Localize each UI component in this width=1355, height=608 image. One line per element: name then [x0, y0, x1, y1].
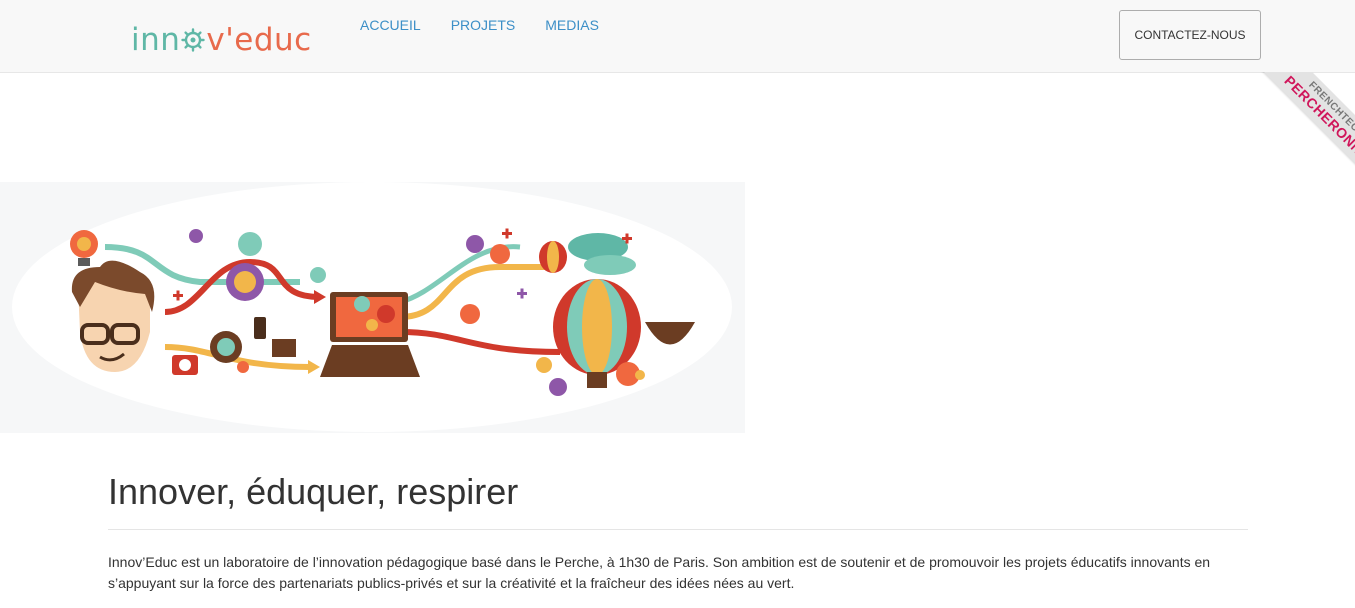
intro-section: Innover, éduquer, respirer Innov’Educ es… [108, 470, 1248, 594]
frenchtech-ribbon[interactable]: FRENCHTECH PERCHERONNE [1235, 72, 1355, 187]
nav-link-accueil[interactable]: ACCUEIL [360, 16, 421, 34]
nav-link-projets[interactable]: PROJETS [451, 16, 516, 34]
gear-icon [181, 28, 206, 52]
intro-paragraph: Innov’Educ est un laboratoire de l’innov… [108, 554, 1211, 591]
logo-text-start: inn [131, 22, 181, 58]
logo-text-end: v'educ [206, 22, 312, 58]
title-divider [108, 529, 1248, 530]
innovation-illustration [12, 182, 732, 432]
nav-link-medias[interactable]: MEDIAS [545, 16, 599, 34]
page-title: Innover, éduquer, respirer [108, 471, 519, 512]
main-nav: ACCUEIL PROJETS MEDIAS [360, 16, 599, 34]
contact-button[interactable]: CONTACTEZ-NOUS [1119, 10, 1261, 60]
top-navbar: inn v'educ ACCUEIL PROJETS MEDIAS CONTAC… [0, 0, 1355, 73]
site-logo[interactable]: inn v'educ [131, 20, 312, 60]
hero-illustration [0, 182, 745, 433]
ribbon-band: FRENCHTECH PERCHERONNE [1241, 72, 1355, 187]
